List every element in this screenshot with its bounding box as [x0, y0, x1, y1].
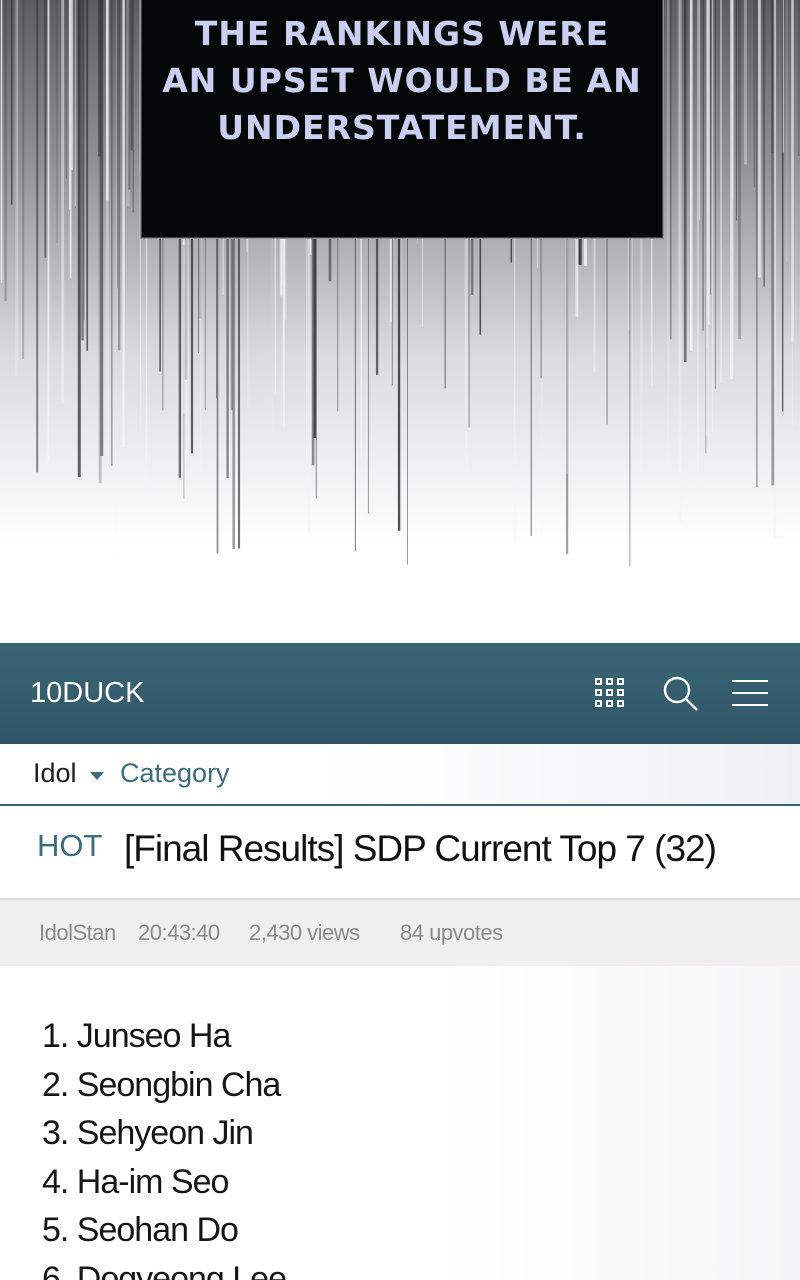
post-author[interactable]: IdolStan: [39, 920, 116, 946]
caption-line-2: AN UPSET WOULD BE AN: [162, 61, 642, 100]
list-item: 6. Dogyeong Lee: [42, 1259, 287, 1280]
grid-icon[interactable]: [590, 673, 630, 713]
list-item: 1. Junseo Ha: [42, 1017, 231, 1055]
list-item: 2. Seongbin Cha: [42, 1065, 281, 1104]
caption-box: TO SAY THE RANKINGS WERE AN UPSET WOULD …: [140, 0, 664, 239]
caption-line-1: THE RANKINGS WERE: [194, 14, 610, 53]
post-upvotes: 84 upvotes: [400, 920, 503, 945]
menu-icon[interactable]: [730, 673, 770, 713]
post-title: [Final Results] SDP Current Top 7 (32): [124, 828, 717, 869]
rankings-list: 1. Junseo Ha 2. Seongbin Cha 3. Sehyeon …: [42, 1012, 287, 1280]
list-item: 3. Sehyeon Jin: [42, 1114, 254, 1152]
post-views: 2,430 views: [249, 920, 360, 945]
post-meta-row: IdolStan 20:43:40 2,430 views 84 upvotes: [0, 900, 800, 966]
post-body: 1. Junseo Ha 2. Seongbin Cha 3. Sehyeon …: [0, 966, 800, 1280]
site-logo[interactable]: 10DUCK: [30, 677, 144, 710]
list-item: 4. Ha-im Seo: [42, 1162, 229, 1201]
list-item: 5. Seohan Do: [42, 1211, 239, 1249]
comic-panel: TO SAY THE RANKINGS WERE AN UPSET WOULD …: [0, 0, 800, 643]
caption-line-3: UNDERSTATEMENT.: [217, 108, 587, 147]
caret-down-icon[interactable]: [89, 771, 105, 781]
post-time: 20:43:40: [138, 920, 220, 945]
board-selector[interactable]: Idol: [33, 758, 77, 789]
post-title-row: HOT [Final Results] SDP Current Top 7 (3…: [0, 806, 800, 900]
search-icon[interactable]: [660, 673, 700, 713]
hot-badge: HOT: [37, 828, 103, 863]
category-bar: Idol Category: [0, 744, 800, 806]
site-header: 10DUCK: [0, 643, 800, 744]
category-link[interactable]: Category: [120, 758, 230, 789]
